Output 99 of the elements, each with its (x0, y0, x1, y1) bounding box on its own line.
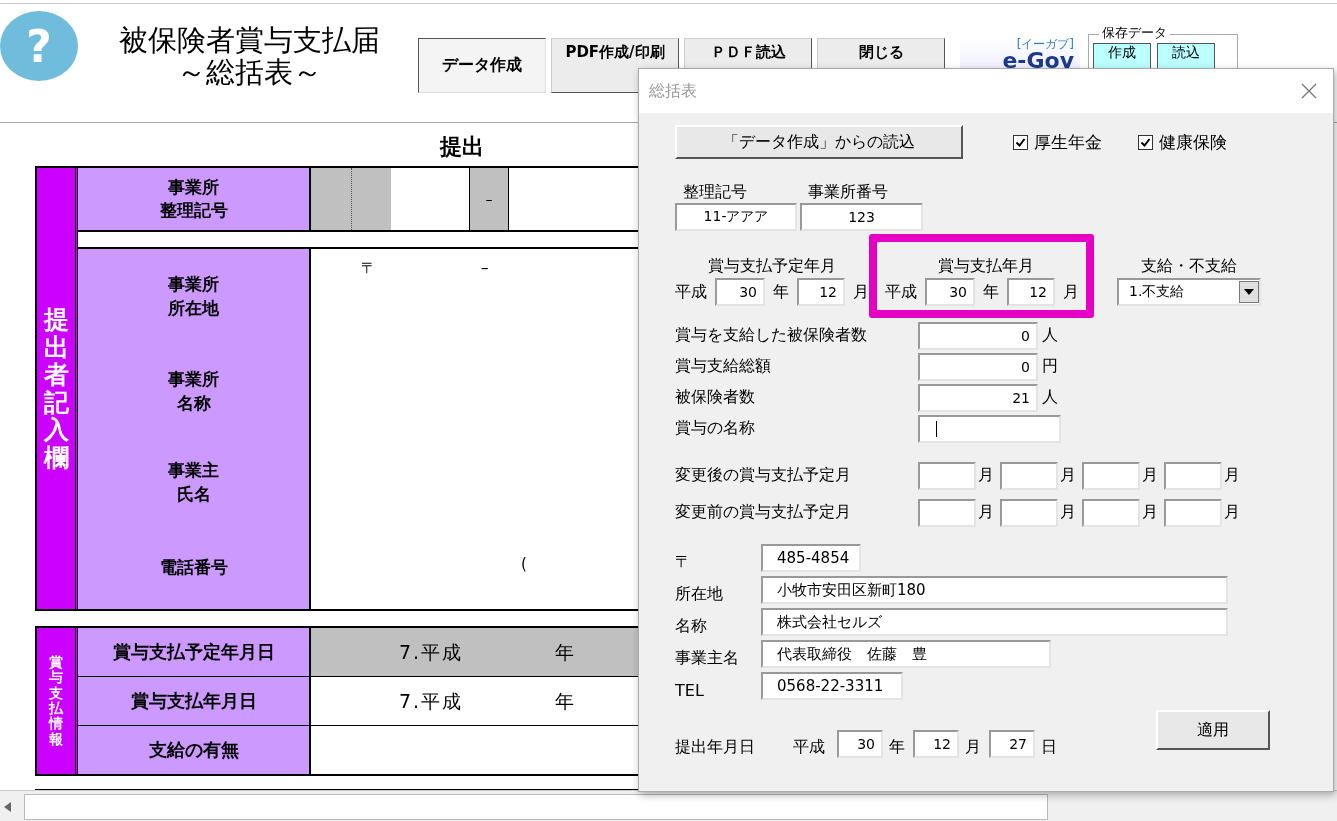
unit-label: 月 (1060, 465, 1076, 486)
unit-label: 円 (1042, 356, 1058, 377)
section-side-label: 賞与支払情報 (37, 628, 78, 774)
input-field[interactable] (1082, 461, 1140, 490)
input-field[interactable] (918, 498, 976, 527)
unit-label: 月 (965, 737, 981, 758)
row-label: 事業所 所在地 (167, 273, 220, 320)
year-unit: 年 (555, 640, 574, 665)
field-label: 賞与支給総額 (675, 356, 772, 377)
table-cell (311, 168, 352, 230)
unit-label: 月 (853, 281, 869, 303)
input-field[interactable]: 0 (918, 321, 1038, 350)
input-field[interactable]: 0568-22-3311 (761, 672, 903, 700)
input-field[interactable]: 30 (925, 278, 975, 306)
input-field[interactable]: 123 (800, 203, 923, 231)
input-field[interactable] (918, 461, 976, 490)
dropdown[interactable]: 1.不支給 (1117, 278, 1261, 306)
row-label: 事業所 整理記号 (78, 168, 311, 230)
checkbox[interactable] (1013, 134, 1028, 150)
input-field[interactable] (918, 414, 1061, 443)
input-field[interactable]: 11-アアア (675, 203, 797, 231)
postal-mark: 〒 (361, 259, 376, 278)
field-label: 変更前の賞与支払予定月 (675, 502, 852, 523)
input-field[interactable] (1164, 498, 1222, 527)
checkbox-label: 厚生年金 (1034, 130, 1102, 154)
field-label: TEL (675, 679, 705, 700)
unit-label: 人 (1042, 325, 1058, 346)
table-cell (352, 168, 391, 230)
field-label: 賞与を支給した被保険者数 (675, 325, 868, 346)
era-label: 平成 (675, 281, 707, 303)
sheet-heading: 提出 (440, 133, 485, 161)
era-label: 平成 (885, 281, 917, 303)
unit-label: 人 (1042, 387, 1058, 408)
field-label: 被保険者数 (675, 387, 756, 408)
unit-label: 月 (1063, 281, 1079, 303)
row-label: 支給の有無 (78, 726, 311, 774)
table-cell: – (470, 168, 509, 230)
input-field[interactable]: 12 (1007, 278, 1055, 306)
field-label: 支給・不支給 (1141, 256, 1237, 276)
input-field[interactable]: 30 (715, 278, 765, 306)
input-field[interactable] (1164, 461, 1222, 490)
field-label: 賞与支払年月 (937, 256, 1034, 276)
row-label: 電話番号 (158, 557, 229, 579)
input-field[interactable] (1000, 461, 1058, 490)
section-side-label: 提出者記入欄 (37, 168, 78, 609)
unit-label: 月 (978, 465, 994, 486)
field-label: 事業主名 (675, 646, 740, 669)
unit-label: 月 (1060, 502, 1076, 523)
row-label: 賞与支払予定年月日 (78, 628, 311, 676)
input-field[interactable]: 12 (913, 730, 959, 758)
input-field[interactable] (1000, 498, 1058, 527)
input-field[interactable]: 株式会社セルズ (761, 608, 1228, 636)
row-label: 賞与支払年月日 (78, 677, 311, 725)
input-field[interactable]: 21 (918, 383, 1038, 412)
page-title: 被保険者賞与支払届 ～総括表～ (117, 24, 381, 88)
unit-label: 月 (1224, 465, 1240, 486)
scroll-left-icon[interactable] (4, 801, 12, 812)
unit-label: 月 (1142, 465, 1158, 486)
input-field[interactable] (1082, 498, 1140, 527)
era-text: 7.平成 (399, 640, 464, 665)
input-field[interactable]: 0 (918, 352, 1038, 381)
field-label: 名称 (675, 614, 708, 637)
toolbar-button[interactable]: データ作成 (418, 38, 546, 93)
load-button[interactable]: 「データ作成」からの読込 (675, 125, 963, 159)
dropdown-arrow-icon (1244, 289, 1254, 295)
input-field[interactable]: 30 (837, 730, 883, 758)
unit-label: 月 (978, 502, 994, 523)
unit-label: 月 (1224, 502, 1240, 523)
unit-label: 年 (889, 737, 905, 758)
input-field[interactable]: 27 (989, 730, 1035, 758)
input-field[interactable]: 小牧市安田区新町180 (761, 576, 1228, 604)
unit-label: 日 (1041, 737, 1057, 758)
era-label: 平成 (793, 737, 825, 758)
apply-button[interactable]: 適用 (1156, 710, 1270, 750)
checkbox[interactable] (1138, 134, 1153, 150)
field-label: 事業所番号 (808, 181, 888, 203)
close-icon[interactable] (1301, 83, 1317, 99)
field-label: 提出年月日 (675, 737, 756, 758)
field-label: 所在地 (675, 582, 724, 605)
field-label: 賞与支払予定年月 (708, 256, 836, 276)
era-text: 7.平成 (399, 689, 464, 714)
field-label: 整理記号 (683, 181, 747, 203)
field-label: 〒 (675, 550, 692, 573)
input-field[interactable]: 12 (797, 278, 845, 306)
scrollbar-track[interactable] (24, 793, 1048, 820)
phone-paren: ( (521, 555, 527, 573)
unit-label: 年 (983, 281, 999, 303)
year-unit: 年 (555, 689, 574, 714)
checkbox-label: 健康保険 (1159, 130, 1227, 154)
field-label: 変更後の賞与支払予定月 (675, 465, 852, 486)
unit-label: 年 (773, 281, 789, 303)
group-legend: 保存データ (1099, 24, 1170, 42)
row-label: 事業所 名称 (167, 368, 220, 415)
unit-label: 月 (1142, 502, 1158, 523)
input-field[interactable]: 代表取締役 佐藤 豊 (761, 640, 1051, 668)
input-field[interactable]: 485-4854 (761, 544, 861, 572)
row-label: 事業主 氏名 (167, 460, 220, 506)
postal-dash: – (481, 259, 489, 277)
field-label: 賞与の名称 (675, 418, 756, 439)
